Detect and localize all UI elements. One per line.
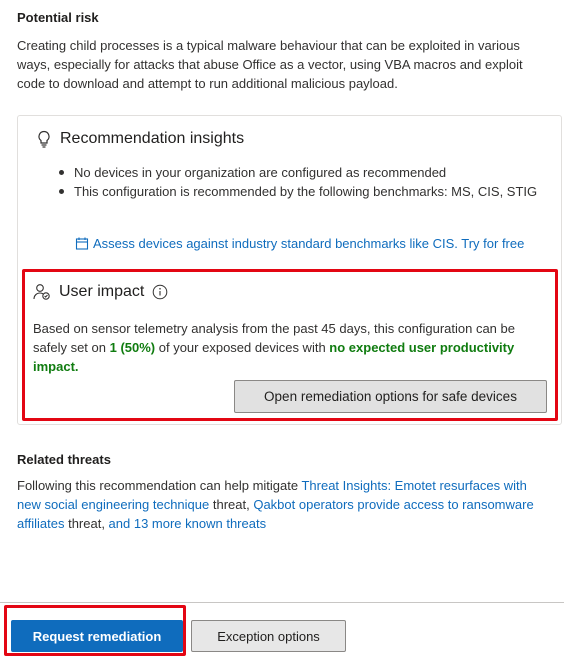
assess-devices-link-text[interactable]: Assess devices against industry standard…: [93, 236, 524, 251]
insights-title: Recommendation insights: [60, 130, 245, 147]
related-threats-heading: Related threats: [17, 452, 111, 467]
user-impact-section: User impact Based on sensor telemetry an…: [22, 269, 558, 421]
open-remediation-options-button[interactable]: Open remediation options for safe device…: [234, 380, 547, 413]
info-icon[interactable]: [152, 284, 168, 300]
insights-list: No devices in your organization are conf…: [56, 163, 546, 201]
user-impact-icon: [33, 283, 51, 301]
potential-risk-description: Creating child processes is a typical ma…: [17, 38, 523, 91]
footer-divider: [0, 602, 564, 603]
potential-risk-heading: Potential risk: [17, 10, 99, 25]
insights-bullet-2: This configuration is recommended by the…: [56, 182, 546, 201]
user-impact-title: User impact: [59, 283, 145, 300]
request-remediation-button[interactable]: Request remediation: [11, 620, 183, 652]
user-impact-header: User impact: [33, 283, 168, 301]
recommendation-panel: Potential risk Creating child processes …: [0, 0, 564, 658]
insights-header: Recommendation insights: [35, 129, 244, 149]
related-threats-description: Following this recommendation can help m…: [17, 478, 534, 531]
recommendation-insights-card: Recommendation insights No devices in yo…: [17, 115, 562, 425]
assessment-icon: [75, 237, 89, 251]
user-impact-description: Based on sensor telemetry analysis from …: [33, 321, 515, 374]
assess-devices-link[interactable]: Assess devices against industry standard…: [75, 236, 524, 251]
safe-device-count: 1 (50%): [109, 340, 156, 355]
insights-bullet-1: No devices in your organization are conf…: [56, 163, 546, 182]
lightbulb-icon: [35, 129, 53, 149]
more-threats-link[interactable]: and 13 more known threats: [109, 516, 267, 531]
exception-options-button[interactable]: Exception options: [191, 620, 346, 652]
